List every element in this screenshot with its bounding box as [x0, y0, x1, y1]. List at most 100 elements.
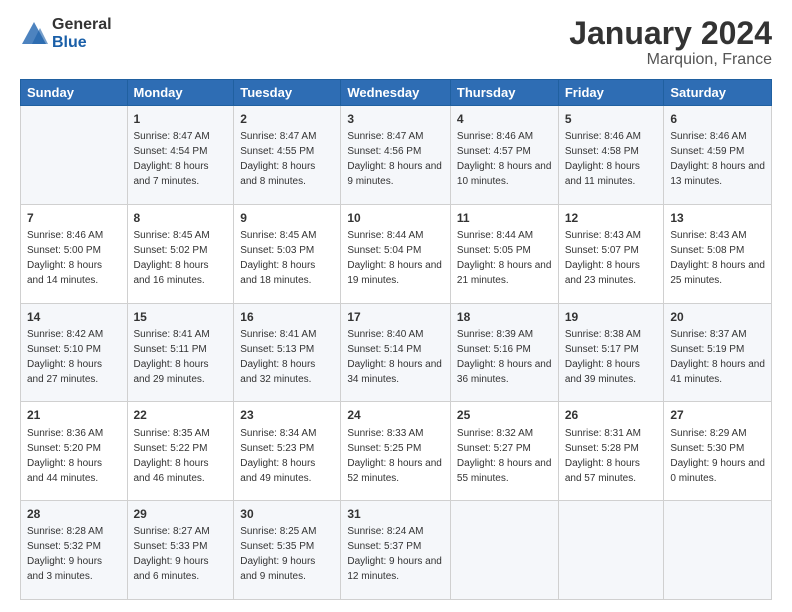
day-number: 18 [457, 309, 552, 325]
calendar-cell: 31 Sunrise: 8:24 AMSunset: 5:37 PMDayligh… [341, 501, 451, 600]
calendar-table: Sunday Monday Tuesday Wednesday Thursday… [20, 79, 772, 600]
calendar-cell: 28 Sunrise: 8:28 AMSunset: 5:32 PMDayligh… [21, 501, 128, 600]
calendar-header: Sunday Monday Tuesday Wednesday Thursday… [21, 80, 772, 106]
day-info: Sunrise: 8:29 AMSunset: 5:30 PMDaylight:… [670, 428, 765, 484]
day-info: Sunrise: 8:46 AMSunset: 4:57 PMDaylight:… [457, 131, 552, 187]
day-info: Sunrise: 8:38 AMSunset: 5:17 PMDaylight:… [565, 329, 641, 385]
header-sunday: Sunday [21, 80, 128, 106]
header-saturday: Saturday [664, 80, 772, 106]
day-number: 3 [347, 111, 444, 127]
page-subtitle: Marquion, France [569, 51, 772, 69]
calendar-cell: 23 Sunrise: 8:34 AMSunset: 5:23 PMDayligh… [234, 402, 341, 501]
day-number: 2 [240, 111, 334, 127]
logo-general-text: General [52, 16, 112, 34]
day-number: 17 [347, 309, 444, 325]
calendar-cell: 4 Sunrise: 8:46 AMSunset: 4:57 PMDaylight… [450, 106, 558, 205]
calendar-cell: 29 Sunrise: 8:27 AMSunset: 5:33 PMDayligh… [127, 501, 234, 600]
day-number: 6 [670, 111, 765, 127]
day-info: Sunrise: 8:34 AMSunset: 5:23 PMDaylight:… [240, 428, 316, 484]
day-info: Sunrise: 8:46 AMSunset: 4:59 PMDaylight:… [670, 131, 765, 187]
calendar-cell: 11 Sunrise: 8:44 AMSunset: 5:05 PMDayligh… [450, 204, 558, 303]
logo-blue-text: Blue [52, 34, 112, 52]
logo-icon [20, 20, 48, 48]
calendar-week-3: 21 Sunrise: 8:36 AMSunset: 5:20 PMDayligh… [21, 402, 772, 501]
day-info: Sunrise: 8:43 AMSunset: 5:07 PMDaylight:… [565, 230, 641, 286]
day-number: 13 [670, 210, 765, 226]
day-info: Sunrise: 8:37 AMSunset: 5:19 PMDaylight:… [670, 329, 765, 385]
day-number: 7 [27, 210, 121, 226]
day-number: 22 [134, 407, 228, 423]
calendar-cell: 24Sunrise: 8:33 AMSunset: 5:25 PMDayligh… [341, 402, 451, 501]
day-info: Sunrise: 8:31 AMSunset: 5:28 PMDaylight:… [565, 428, 641, 484]
day-number: 30 [240, 506, 334, 522]
calendar-cell: 20 Sunrise: 8:37 AMSunset: 5:19 PMDayligh… [664, 303, 772, 402]
day-number: 5 [565, 111, 658, 127]
day-number: 29 [134, 506, 228, 522]
day-info: Sunrise: 8:25 AMSunset: 5:35 PMDaylight:… [240, 526, 316, 582]
header-monday: Monday [127, 80, 234, 106]
day-number: 26 [565, 407, 658, 423]
day-number: 31 [347, 506, 444, 522]
day-number: 4 [457, 111, 552, 127]
day-number: 9 [240, 210, 334, 226]
calendar-body: 1 Sunrise: 8:47 AMSunset: 4:54 PMDaylight… [21, 106, 772, 600]
day-info: Sunrise: 8:45 AMSunset: 5:03 PMDaylight:… [240, 230, 316, 286]
day-number: 1 [134, 111, 228, 127]
page-title: January 2024 [569, 16, 772, 51]
day-number: 25 [457, 407, 552, 423]
day-info: Sunrise: 8:42 AMSunset: 5:10 PMDaylight:… [27, 329, 103, 385]
day-info: Sunrise: 8:45 AMSunset: 5:02 PMDaylight:… [134, 230, 210, 286]
calendar-cell [664, 501, 772, 600]
day-number: 10 [347, 210, 444, 226]
day-info: Sunrise: 8:43 AMSunset: 5:08 PMDaylight:… [670, 230, 765, 286]
day-info: Sunrise: 8:27 AMSunset: 5:33 PMDaylight:… [134, 526, 210, 582]
day-info: Sunrise: 8:28 AMSunset: 5:32 PMDaylight:… [27, 526, 103, 582]
day-number: 16 [240, 309, 334, 325]
calendar-week-2: 14Sunrise: 8:42 AMSunset: 5:10 PMDayligh… [21, 303, 772, 402]
calendar-cell: 30 Sunrise: 8:25 AMSunset: 5:35 PMDayligh… [234, 501, 341, 600]
day-number: 20 [670, 309, 765, 325]
header-row: Sunday Monday Tuesday Wednesday Thursday… [21, 80, 772, 106]
calendar-cell: 7 Sunrise: 8:46 AMSunset: 5:00 PMDaylight… [21, 204, 128, 303]
day-info: Sunrise: 8:46 AMSunset: 5:00 PMDaylight:… [27, 230, 103, 286]
day-number: 27 [670, 407, 765, 423]
title-block: January 2024 Marquion, France [569, 16, 772, 69]
day-number: 11 [457, 210, 552, 226]
logo: General Blue [20, 16, 112, 51]
day-info: Sunrise: 8:44 AMSunset: 5:04 PMDaylight:… [347, 230, 442, 286]
page: General Blue January 2024 Marquion, Fran… [0, 0, 792, 612]
day-number: 23 [240, 407, 334, 423]
day-number: 8 [134, 210, 228, 226]
day-info: Sunrise: 8:41 AMSunset: 5:11 PMDaylight:… [134, 329, 210, 385]
day-number: 28 [27, 506, 121, 522]
header-wednesday: Wednesday [341, 80, 451, 106]
day-info: Sunrise: 8:47 AMSunset: 4:56 PMDaylight:… [347, 131, 442, 187]
calendar-cell: 15Sunrise: 8:41 AMSunset: 5:11 PMDayligh… [127, 303, 234, 402]
calendar-cell: 3 Sunrise: 8:47 AMSunset: 4:56 PMDaylight… [341, 106, 451, 205]
calendar-cell: 13 Sunrise: 8:43 AMSunset: 5:08 PMDayligh… [664, 204, 772, 303]
calendar-cell: 1 Sunrise: 8:47 AMSunset: 4:54 PMDaylight… [127, 106, 234, 205]
calendar-week-1: 7 Sunrise: 8:46 AMSunset: 5:00 PMDaylight… [21, 204, 772, 303]
calendar-cell: 5 Sunrise: 8:46 AMSunset: 4:58 PMDaylight… [558, 106, 664, 205]
calendar-cell: 14Sunrise: 8:42 AMSunset: 5:10 PMDayligh… [21, 303, 128, 402]
day-info: Sunrise: 8:32 AMSunset: 5:27 PMDaylight:… [457, 428, 552, 484]
calendar: Sunday Monday Tuesday Wednesday Thursday… [20, 79, 772, 600]
header-friday: Friday [558, 80, 664, 106]
day-info: Sunrise: 8:41 AMSunset: 5:13 PMDaylight:… [240, 329, 316, 385]
day-info: Sunrise: 8:24 AMSunset: 5:37 PMDaylight:… [347, 526, 442, 582]
day-info: Sunrise: 8:44 AMSunset: 5:05 PMDaylight:… [457, 230, 552, 286]
calendar-cell: 21 Sunrise: 8:36 AMSunset: 5:20 PMDayligh… [21, 402, 128, 501]
calendar-cell: 16 Sunrise: 8:41 AMSunset: 5:13 PMDayligh… [234, 303, 341, 402]
day-info: Sunrise: 8:46 AMSunset: 4:58 PMDaylight:… [565, 131, 641, 187]
day-info: Sunrise: 8:47 AMSunset: 4:54 PMDaylight:… [134, 131, 210, 187]
day-number: 12 [565, 210, 658, 226]
calendar-week-0: 1 Sunrise: 8:47 AMSunset: 4:54 PMDaylight… [21, 106, 772, 205]
day-info: Sunrise: 8:36 AMSunset: 5:20 PMDaylight:… [27, 428, 103, 484]
day-info: Sunrise: 8:39 AMSunset: 5:16 PMDaylight:… [457, 329, 552, 385]
day-number: 21 [27, 407, 121, 423]
calendar-cell: 2Sunrise: 8:47 AMSunset: 4:55 PMDaylight… [234, 106, 341, 205]
calendar-cell: 27 Sunrise: 8:29 AMSunset: 5:30 PMDayligh… [664, 402, 772, 501]
calendar-cell: 10 Sunrise: 8:44 AMSunset: 5:04 PMDayligh… [341, 204, 451, 303]
calendar-cell: 22Sunrise: 8:35 AMSunset: 5:22 PMDayligh… [127, 402, 234, 501]
header-thursday: Thursday [450, 80, 558, 106]
